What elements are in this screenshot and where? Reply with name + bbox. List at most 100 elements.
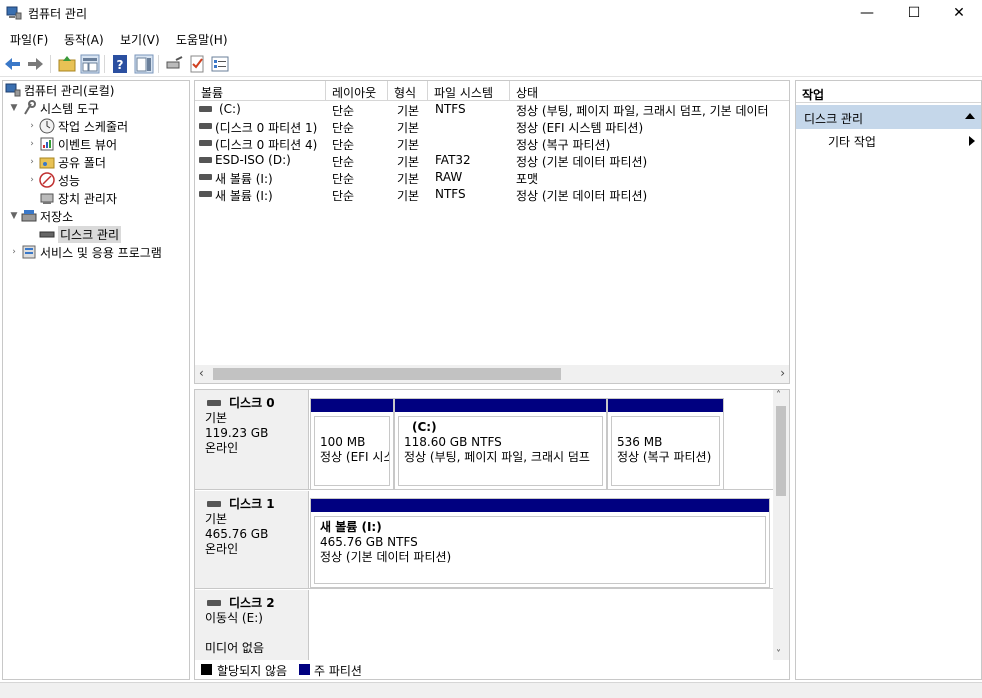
volume-icon bbox=[199, 157, 212, 163]
toolbar-separator bbox=[104, 55, 105, 73]
action-more-actions[interactable]: 기타 작업 bbox=[796, 131, 981, 151]
window-title: 컴퓨터 관리 bbox=[28, 7, 88, 21]
tree-item-disk-management[interactable]: 디스크 관리 bbox=[39, 225, 122, 243]
disk-kind: 기본 bbox=[205, 411, 228, 425]
disk-label[interactable]: 디스크 1 기본 465.76 GB 온라인 bbox=[195, 491, 309, 588]
disk-size: 119.23 GB bbox=[205, 426, 269, 440]
partition-c[interactable]: (C:) 118.60 GB NTFS 정상 (부팅, 페이지 파일, 크래시 … bbox=[394, 398, 607, 490]
tree-item-shared-folders[interactable]: › 공유 폴더 bbox=[25, 153, 106, 171]
tree-item-device-manager[interactable]: 장치 관리자 bbox=[39, 189, 117, 207]
maximize-button[interactable]: ☐ bbox=[891, 0, 937, 26]
chevron-right-icon[interactable]: › bbox=[25, 139, 39, 149]
toolbar: ? bbox=[0, 51, 982, 77]
column-header-layout[interactable]: 레이아웃 bbox=[326, 81, 388, 101]
menu-file[interactable]: 파일(F) bbox=[10, 31, 48, 48]
column-header-volume[interactable]: 볼륨 bbox=[195, 81, 326, 101]
disk-state: 온라인 bbox=[205, 542, 239, 556]
column-header-filesystem[interactable]: 파일 시스템 bbox=[428, 81, 510, 101]
disk-row-0[interactable]: 디스크 0 기본 119.23 GB 온라인 100 MB 정상 (EFI 시스… bbox=[195, 390, 773, 490]
partition-bar bbox=[395, 399, 606, 412]
tree-item-computer-management[interactable]: 컴퓨터 관리(로컬) bbox=[5, 81, 114, 99]
chevron-right-icon[interactable]: › bbox=[25, 121, 39, 131]
chevron-right-icon[interactable]: › bbox=[25, 175, 39, 185]
scroll-down-icon[interactable]: ˅ bbox=[776, 649, 781, 660]
volume-status: 포맷 bbox=[516, 172, 539, 186]
partition-i[interactable]: 새 볼륨 (I:) 465.76 GB NTFS 정상 (기본 데이터 파티션) bbox=[310, 498, 770, 588]
table-row[interactable]: ESD-ISO (D:) 단순 기본 FAT32 정상 (기본 데이터 파티션) bbox=[195, 152, 789, 169]
tree-item-storage[interactable]: ▼ 저장소 bbox=[7, 207, 74, 225]
table-row[interactable]: 새 볼륨 (I:) 단순 기본 NTFS 정상 (기본 데이터 파티션) bbox=[195, 186, 789, 203]
tree-item-label: 장치 관리자 bbox=[58, 191, 118, 206]
volume-type: 기본 bbox=[397, 104, 420, 118]
tree-item-performance[interactable]: › 성능 bbox=[25, 171, 80, 189]
scroll-right-icon[interactable]: › bbox=[780, 366, 785, 380]
computer-management-icon bbox=[5, 83, 21, 97]
volume-layout: 단순 bbox=[332, 138, 355, 152]
table-row[interactable]: 새 볼륨 (I:) 단순 기본 RAW 포맷 bbox=[195, 169, 789, 186]
vertical-scrollbar[interactable]: ˄ ˅ bbox=[773, 390, 789, 660]
disk-kind: 기본 bbox=[205, 512, 228, 526]
show-tree-icon[interactable] bbox=[80, 54, 100, 74]
partition-recovery[interactable]: 536 MB 정상 (복구 파티션) bbox=[607, 398, 724, 490]
partition-body: 새 볼륨 (I:) 465.76 GB NTFS 정상 (기본 데이터 파티션) bbox=[314, 516, 766, 584]
tree-item-event-viewer[interactable]: › 이벤트 뷰어 bbox=[25, 135, 117, 153]
shared-folders-icon bbox=[39, 157, 55, 169]
properties-icon[interactable] bbox=[210, 54, 230, 74]
services-apps-icon bbox=[22, 245, 36, 259]
help-icon[interactable]: ? bbox=[110, 54, 130, 74]
disk-row-1[interactable]: 디스크 1 기본 465.76 GB 온라인 새 볼륨 (I:) 465.76 … bbox=[195, 491, 773, 589]
check-icon[interactable] bbox=[187, 54, 207, 74]
scroll-up-icon[interactable]: ˄ bbox=[776, 390, 781, 401]
volume-status: 정상 (부팅, 페이지 파일, 크래시 덤프, 기본 데이터 bbox=[516, 104, 769, 118]
scroll-left-icon[interactable]: ‹ bbox=[199, 366, 204, 380]
collapse-up-icon[interactable] bbox=[965, 113, 975, 119]
forward-icon[interactable] bbox=[25, 54, 45, 74]
legend-swatch-primary bbox=[299, 664, 310, 675]
menu-view[interactable]: 보기(V) bbox=[120, 31, 160, 48]
show-action-pane-icon[interactable] bbox=[134, 54, 154, 74]
table-row[interactable]: (디스크 0 파티션 1) 단순 기본 정상 (EFI 시스템 파티션) bbox=[195, 118, 789, 135]
chevron-down-icon[interactable]: ▼ bbox=[7, 103, 21, 113]
horizontal-scrollbar[interactable]: ‹ › bbox=[195, 365, 789, 383]
tree-item-system-tools[interactable]: ▼ 시스템 도구 bbox=[7, 99, 99, 117]
disk-row-2[interactable]: 디스크 2 이동식 (E:) 미디어 없음 bbox=[195, 590, 773, 660]
disk-label[interactable]: 디스크 2 이동식 (E:) 미디어 없음 bbox=[195, 590, 309, 660]
horizontal-scroll-thumb[interactable] bbox=[213, 368, 561, 380]
volume-name: 새 볼륨 (I:) bbox=[215, 172, 273, 186]
tree-item-services-applications[interactable]: › 서비스 및 응용 프로그램 bbox=[7, 243, 162, 261]
partition-body: 100 MB 정상 (EFI 시스 bbox=[314, 416, 390, 486]
connect-icon[interactable] bbox=[164, 54, 184, 74]
partition-status: 정상 (EFI 시스 bbox=[320, 450, 390, 464]
menu-bar: 파일(F) 동작(A) 보기(V) 도움말(H) bbox=[0, 27, 982, 49]
table-row[interactable]: (디스크 0 파티션 4) 단순 기본 정상 (복구 파티션) bbox=[195, 135, 789, 152]
partition-bar bbox=[311, 499, 769, 512]
partition-efi[interactable]: 100 MB 정상 (EFI 시스 bbox=[310, 398, 394, 490]
vertical-scroll-thumb[interactable] bbox=[776, 406, 786, 496]
svg-text:?: ? bbox=[117, 58, 124, 72]
submenu-arrow-icon bbox=[969, 136, 975, 146]
volume-list: 볼륨 레이아웃 형식 파일 시스템 상태 (C:) 단순 기본 NTFS 정상 … bbox=[194, 80, 790, 384]
menu-help[interactable]: 도움말(H) bbox=[176, 31, 228, 48]
chevron-right-icon[interactable]: › bbox=[25, 157, 39, 167]
system-tools-icon bbox=[24, 100, 36, 115]
tree-item-task-scheduler[interactable]: › 작업 스케줄러 bbox=[25, 117, 128, 135]
up-folder-icon[interactable] bbox=[57, 54, 77, 74]
table-row[interactable]: (C:) 단순 기본 NTFS 정상 (부팅, 페이지 파일, 크래시 덤프, … bbox=[195, 101, 789, 118]
back-icon[interactable] bbox=[3, 54, 23, 74]
volume-status: 정상 (EFI 시스템 파티션) bbox=[516, 121, 644, 135]
disk-graphical-view: 디스크 0 기본 119.23 GB 온라인 100 MB 정상 (EFI 시스… bbox=[194, 389, 790, 680]
volume-icon bbox=[199, 123, 212, 129]
disk-label[interactable]: 디스크 0 기본 119.23 GB 온라인 bbox=[195, 390, 309, 489]
column-header-status[interactable]: 상태 bbox=[510, 81, 789, 101]
close-button[interactable]: ✕ bbox=[936, 0, 982, 26]
toolbar-separator bbox=[50, 55, 51, 73]
column-header-type[interactable]: 형식 bbox=[388, 81, 428, 101]
tree-item-label: 작업 스케줄러 bbox=[58, 119, 129, 134]
tree-item-label: 컴퓨터 관리(로컬) bbox=[24, 83, 115, 98]
minimize-button[interactable]: — bbox=[844, 0, 890, 26]
chevron-down-icon[interactable]: ▼ bbox=[7, 211, 21, 221]
actions-section-disk-management[interactable]: 디스크 관리 bbox=[796, 105, 981, 129]
menu-action[interactable]: 동작(A) bbox=[64, 31, 104, 48]
legend-label: 할당되지 않음 bbox=[217, 664, 288, 678]
chevron-right-icon[interactable]: › bbox=[7, 247, 21, 257]
